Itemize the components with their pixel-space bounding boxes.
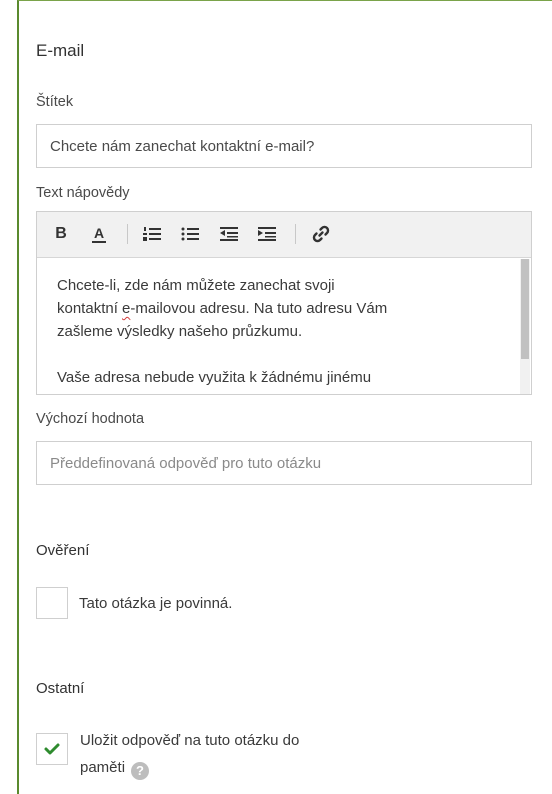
remember-answer-label: Uložit odpověď na tuto otázku do paměti?	[80, 727, 299, 781]
label-field-label: Štítek	[36, 94, 74, 110]
toolbar-separator	[127, 224, 128, 244]
font-color-button[interactable]: A	[87, 222, 111, 246]
help-icon[interactable]: ?	[131, 761, 150, 780]
panel-title: E-mail	[36, 41, 85, 60]
ordered-list-button[interactable]	[140, 222, 164, 246]
bullet-list-button[interactable]	[178, 222, 202, 246]
outdent-button[interactable]	[217, 222, 241, 246]
link-icon	[312, 225, 330, 243]
editor-scrollbar[interactable]	[520, 259, 530, 394]
remember-answer-checkbox[interactable]	[36, 733, 68, 765]
bold-icon: B	[55, 225, 67, 242]
other-heading: Ostatní	[36, 680, 85, 697]
outdent-icon	[220, 227, 238, 241]
default-value-input[interactable]: Předdefinovaná odpověď pro tuto otázku	[36, 441, 532, 485]
help-text-editor: B A Chcete-li, zde nám můžete zanechat s…	[36, 211, 532, 395]
remember-label-line-2: paměti	[80, 759, 126, 776]
validation-heading: Ověření	[36, 542, 90, 559]
link-button[interactable]	[309, 222, 333, 246]
remember-label-line-1: Uložit odpověď na tuto otázku do	[80, 732, 300, 749]
help-text-label: Text nápovědy	[36, 185, 130, 201]
help-line-3: zašleme výsledky našeho průzkumu.	[57, 323, 303, 340]
bold-button[interactable]: B	[49, 222, 73, 246]
editor-scroll-thumb[interactable]	[521, 259, 529, 359]
required-label: Tato otázka je povinná.	[79, 595, 233, 612]
help-line-2b: -mailovou adresu. Na tuto adresu Vám	[130, 300, 388, 317]
checkmark-icon	[44, 743, 60, 755]
font-color-icon: A	[91, 224, 107, 243]
editor-toolbar: B A	[37, 212, 531, 258]
label-input-value: Chcete nám zanechat kontaktní e-mail?	[50, 137, 315, 155]
help-line-1: Chcete-li, zde nám můžete zanechat svoji	[57, 277, 335, 294]
indent-icon	[258, 227, 276, 241]
help-paragraph-1: Chcete-li, zde nám můžete zanechat svoji…	[57, 274, 519, 343]
help-line-2a: kontaktní	[57, 300, 123, 317]
default-value-placeholder: Předdefinovaná odpověď pro tuto otázku	[50, 454, 322, 472]
required-checkbox[interactable]	[36, 587, 68, 619]
help-paragraph-2: Vaše adresa nebude využita k žádnému jin…	[57, 369, 372, 386]
indent-button[interactable]	[255, 222, 279, 246]
toolbar-separator	[295, 224, 296, 244]
default-value-label: Výchozí hodnota	[36, 411, 145, 427]
label-input[interactable]: Chcete nám zanechat kontaktní e-mail?	[36, 124, 532, 168]
ordered-list-icon	[143, 227, 161, 241]
help-text-content[interactable]: Chcete-li, zde nám můžete zanechat svoji…	[37, 258, 519, 394]
question-settings-panel	[17, 0, 552, 794]
bullet-list-icon	[181, 227, 199, 241]
